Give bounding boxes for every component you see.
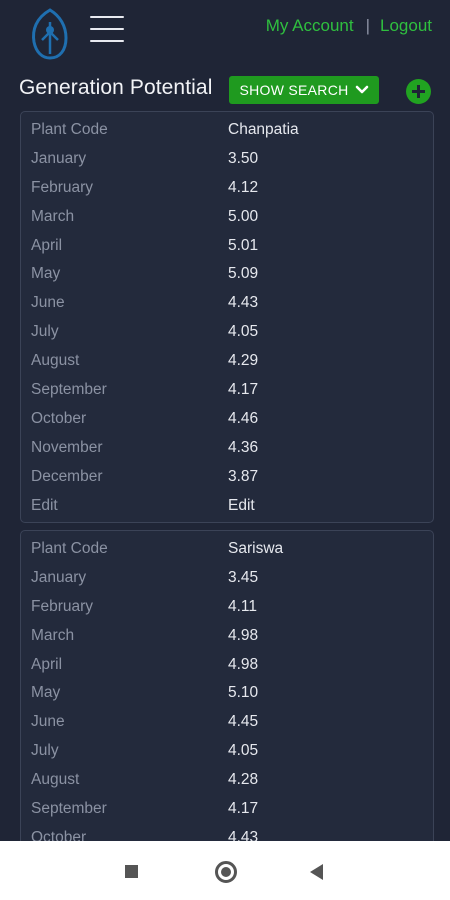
plant-card-1: Plant Code Chanpatia January 3.50 February… (20, 111, 434, 523)
table-row: May 5.09 (21, 259, 433, 288)
row-label: November (31, 438, 103, 456)
row-label: December (31, 467, 103, 485)
table-row: January 3.45 (21, 563, 433, 592)
row-label: February (31, 178, 94, 196)
row-label: September (31, 381, 107, 399)
row-label: August (31, 352, 80, 370)
row-label: April (31, 236, 63, 254)
table-row: Plant Code Sariswa (21, 534, 433, 563)
show-search-label: SHOW SEARCH (239, 82, 349, 98)
row-label: June (31, 294, 65, 312)
row-label: Plant Code (31, 540, 108, 557)
row-value: 4.98 (228, 626, 259, 644)
plant-card-2: Plant Code Sariswa January 3.45 February 4.… (20, 530, 434, 860)
account-nav: My Account | Logout (266, 16, 432, 36)
row-value: 4.46 (228, 409, 259, 427)
row-value: 4.98 (228, 655, 259, 673)
square-recents-icon[interactable] (125, 865, 138, 878)
show-search-button[interactable]: SHOW SEARCH (229, 76, 379, 104)
logout-link[interactable]: Logout (380, 16, 432, 35)
row-label: Edit (31, 496, 58, 514)
row-label: April (31, 655, 63, 673)
chevron-down-icon (355, 85, 368, 94)
row-value: 3.45 (228, 568, 259, 586)
page-title: Generation Potential (19, 76, 213, 99)
row-value: 3.50 (228, 149, 259, 167)
table-row: February 4.12 (21, 173, 433, 202)
row-value: 4.17 (228, 800, 259, 818)
table-row: July 4.05 (21, 317, 433, 346)
row-value: 4.12 (228, 178, 259, 196)
table-row: November 4.36 (21, 433, 433, 462)
row-label: Plant Code (31, 121, 108, 138)
row-label: June (31, 713, 65, 731)
row-label: July (31, 742, 59, 760)
row-label: January (31, 149, 87, 167)
table-row: January 3.50 (21, 144, 433, 173)
nav-separator: | (365, 16, 370, 35)
row-value: 4.11 (228, 597, 258, 615)
row-value: 5.00 (228, 207, 259, 225)
android-navigation-bar (0, 841, 450, 900)
table-row: October 4.46 (21, 404, 433, 433)
leaf-logo-icon[interactable] (28, 8, 72, 60)
row-label: March (31, 207, 75, 225)
row-label: March (31, 626, 75, 644)
row-value: 5.01 (228, 236, 259, 254)
table-row: December 3.87 (21, 462, 433, 491)
row-label: May (31, 265, 61, 283)
table-row: May 5.10 (21, 678, 433, 707)
triangle-back-icon[interactable] (310, 864, 323, 880)
table-row: September 4.17 (21, 794, 433, 823)
row-value: 4.28 (228, 771, 259, 789)
row-label: May (31, 684, 61, 702)
table-row: March 4.98 (21, 621, 433, 650)
row-value: 4.45 (228, 713, 259, 731)
table-row: August 4.28 (21, 765, 433, 794)
row-value: Sariswa (228, 540, 284, 557)
table-row: Plant Code Chanpatia (21, 115, 433, 144)
table-row: June 4.43 (21, 288, 433, 317)
circle-home-icon[interactable] (215, 861, 237, 883)
edit-link[interactable]: Edit (228, 497, 255, 515)
row-label: July (31, 323, 59, 341)
row-value: 4.05 (228, 323, 259, 341)
row-value: 3.87 (228, 467, 259, 485)
row-value: 4.43 (228, 294, 259, 312)
row-value: 5.10 (228, 684, 259, 702)
row-label: February (31, 597, 94, 615)
row-value: 4.36 (228, 438, 259, 456)
table-row: Edit Edit (21, 491, 433, 520)
plus-circle-icon[interactable] (406, 79, 431, 104)
table-row: July 4.05 (21, 736, 433, 765)
row-label: October (31, 409, 87, 427)
row-value: 5.09 (228, 265, 259, 283)
row-value: 4.17 (228, 381, 259, 399)
row-value: 4.05 (228, 742, 259, 760)
hamburger-menu-icon[interactable] (90, 14, 124, 44)
table-row: September 4.17 (21, 375, 433, 404)
table-row: February 4.11 (21, 592, 433, 621)
row-value: 4.29 (228, 352, 259, 370)
row-label: September (31, 800, 107, 818)
row-value: Chanpatia (228, 121, 299, 138)
table-row: August 4.29 (21, 346, 433, 375)
table-row: April 4.98 (21, 650, 433, 679)
row-label: August (31, 771, 80, 789)
row-label: January (31, 568, 87, 586)
table-row: March 5.00 (21, 202, 433, 231)
table-row: April 5.01 (21, 231, 433, 260)
table-row: June 4.45 (21, 707, 433, 736)
my-account-link[interactable]: My Account (266, 16, 354, 35)
top-bar: My Account | Logout (0, 0, 450, 66)
